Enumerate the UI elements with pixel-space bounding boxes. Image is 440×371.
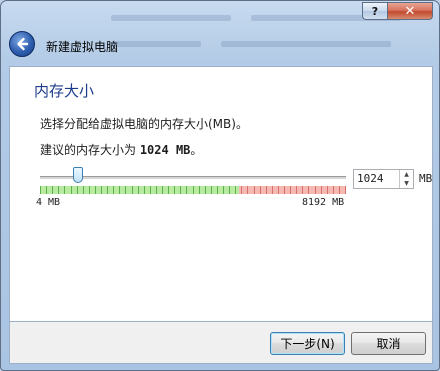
slider-tick <box>101 186 102 194</box>
button-bar: 下一步(N) 取消 <box>9 322 433 364</box>
memory-unit: MB <box>419 172 433 185</box>
slider-tick <box>296 186 297 194</box>
recommend-prefix: 建议的内存大小为 <box>40 143 140 157</box>
slider-tick <box>308 186 309 194</box>
slider-tick <box>266 186 267 194</box>
slider-tick <box>107 186 108 194</box>
recommend-value: 1024 MB <box>139 143 191 157</box>
slider-tick <box>260 186 261 194</box>
slider-tick <box>272 186 273 194</box>
slider-tick <box>284 186 285 194</box>
slider-tick <box>125 186 126 194</box>
back-arrow-icon <box>17 37 29 51</box>
slider-tick <box>321 186 322 194</box>
slider-tick <box>58 186 59 194</box>
back-button[interactable] <box>9 31 35 57</box>
slider-tick <box>119 186 120 194</box>
slider-tick <box>156 186 157 194</box>
slider-tick <box>46 186 47 194</box>
slider-tick <box>180 186 181 194</box>
slider-tick <box>95 186 96 194</box>
help-icon: ? <box>371 4 379 18</box>
slider-track <box>40 176 346 179</box>
slider-tick <box>199 186 200 194</box>
slider-tick <box>186 186 187 194</box>
slider-tick <box>71 186 72 194</box>
slider-tick <box>162 186 163 194</box>
slider-max-label: 8192 MB <box>302 197 345 208</box>
close-icon: ✕ <box>404 3 416 19</box>
wizard-content: 内存大小 选择分配给虚拟电脑的内存大小(MB)。 建议的内存大小为 1024 M… <box>9 66 433 322</box>
memory-value[interactable]: 1024 <box>357 172 384 185</box>
slider-tick <box>174 186 175 194</box>
slider-tick <box>247 186 248 194</box>
spin-down-icon[interactable]: ▼ <box>400 179 413 188</box>
slider-tick <box>235 186 236 194</box>
slider-tick <box>254 186 255 194</box>
cancel-button[interactable]: 取消 <box>351 332 426 355</box>
slider-tick <box>132 186 133 194</box>
memory-description: 选择分配给虚拟电脑的内存大小(MB)。 <box>40 117 248 131</box>
slider-tick <box>278 186 279 194</box>
memory-spinbox[interactable]: 1024 ▲ ▼ <box>353 169 414 189</box>
slider-scale <box>40 186 346 194</box>
recommend-suffix: 。 <box>190 143 203 157</box>
slider-tick <box>333 186 334 194</box>
slider-tick <box>83 186 84 194</box>
safe-zone <box>40 186 239 194</box>
next-button[interactable]: 下一步(N) <box>270 332 345 355</box>
help-button[interactable]: ? <box>362 2 388 20</box>
slider-tick <box>150 186 151 194</box>
slider-tick <box>211 186 212 194</box>
spin-buttons: ▲ ▼ <box>399 170 413 188</box>
slider-thumb[interactable] <box>73 167 84 183</box>
unsafe-zone <box>239 186 346 194</box>
slider-tick <box>229 186 230 194</box>
slider-tick <box>315 186 316 194</box>
spin-up-icon[interactable]: ▲ <box>400 170 413 179</box>
slider-min-label: 4 MB <box>36 197 61 208</box>
slider-tick <box>40 186 41 194</box>
window-title: 新建虚拟电脑 <box>46 40 119 54</box>
slider-tick <box>223 186 224 194</box>
slider-tick <box>144 186 145 194</box>
slider-tick <box>217 186 218 194</box>
slider-tick <box>339 186 340 194</box>
recommended-memory-text: 建议的内存大小为 1024 MB。 <box>40 141 202 158</box>
slider-tick <box>52 186 53 194</box>
slider-tick <box>138 186 139 194</box>
slider-tick <box>113 186 114 194</box>
memory-slider[interactable] <box>40 166 346 200</box>
slider-tick <box>77 186 78 194</box>
wizard-window: ? ✕ 新建虚拟电脑 内存大小 选择分配给虚拟电脑的内存大小(MB)。 建议的内… <box>0 0 440 371</box>
slider-tick <box>302 186 303 194</box>
slider-tick <box>168 186 169 194</box>
close-button[interactable]: ✕ <box>387 2 433 20</box>
slider-tick <box>89 186 90 194</box>
slider-tick <box>64 186 65 194</box>
page-heading: 内存大小 <box>34 82 95 100</box>
slider-tick <box>205 186 206 194</box>
slider-tick <box>241 186 242 194</box>
slider-tick <box>327 186 328 194</box>
slider-tick <box>290 186 291 194</box>
slider-tick <box>345 186 346 194</box>
slider-tick <box>193 186 194 194</box>
